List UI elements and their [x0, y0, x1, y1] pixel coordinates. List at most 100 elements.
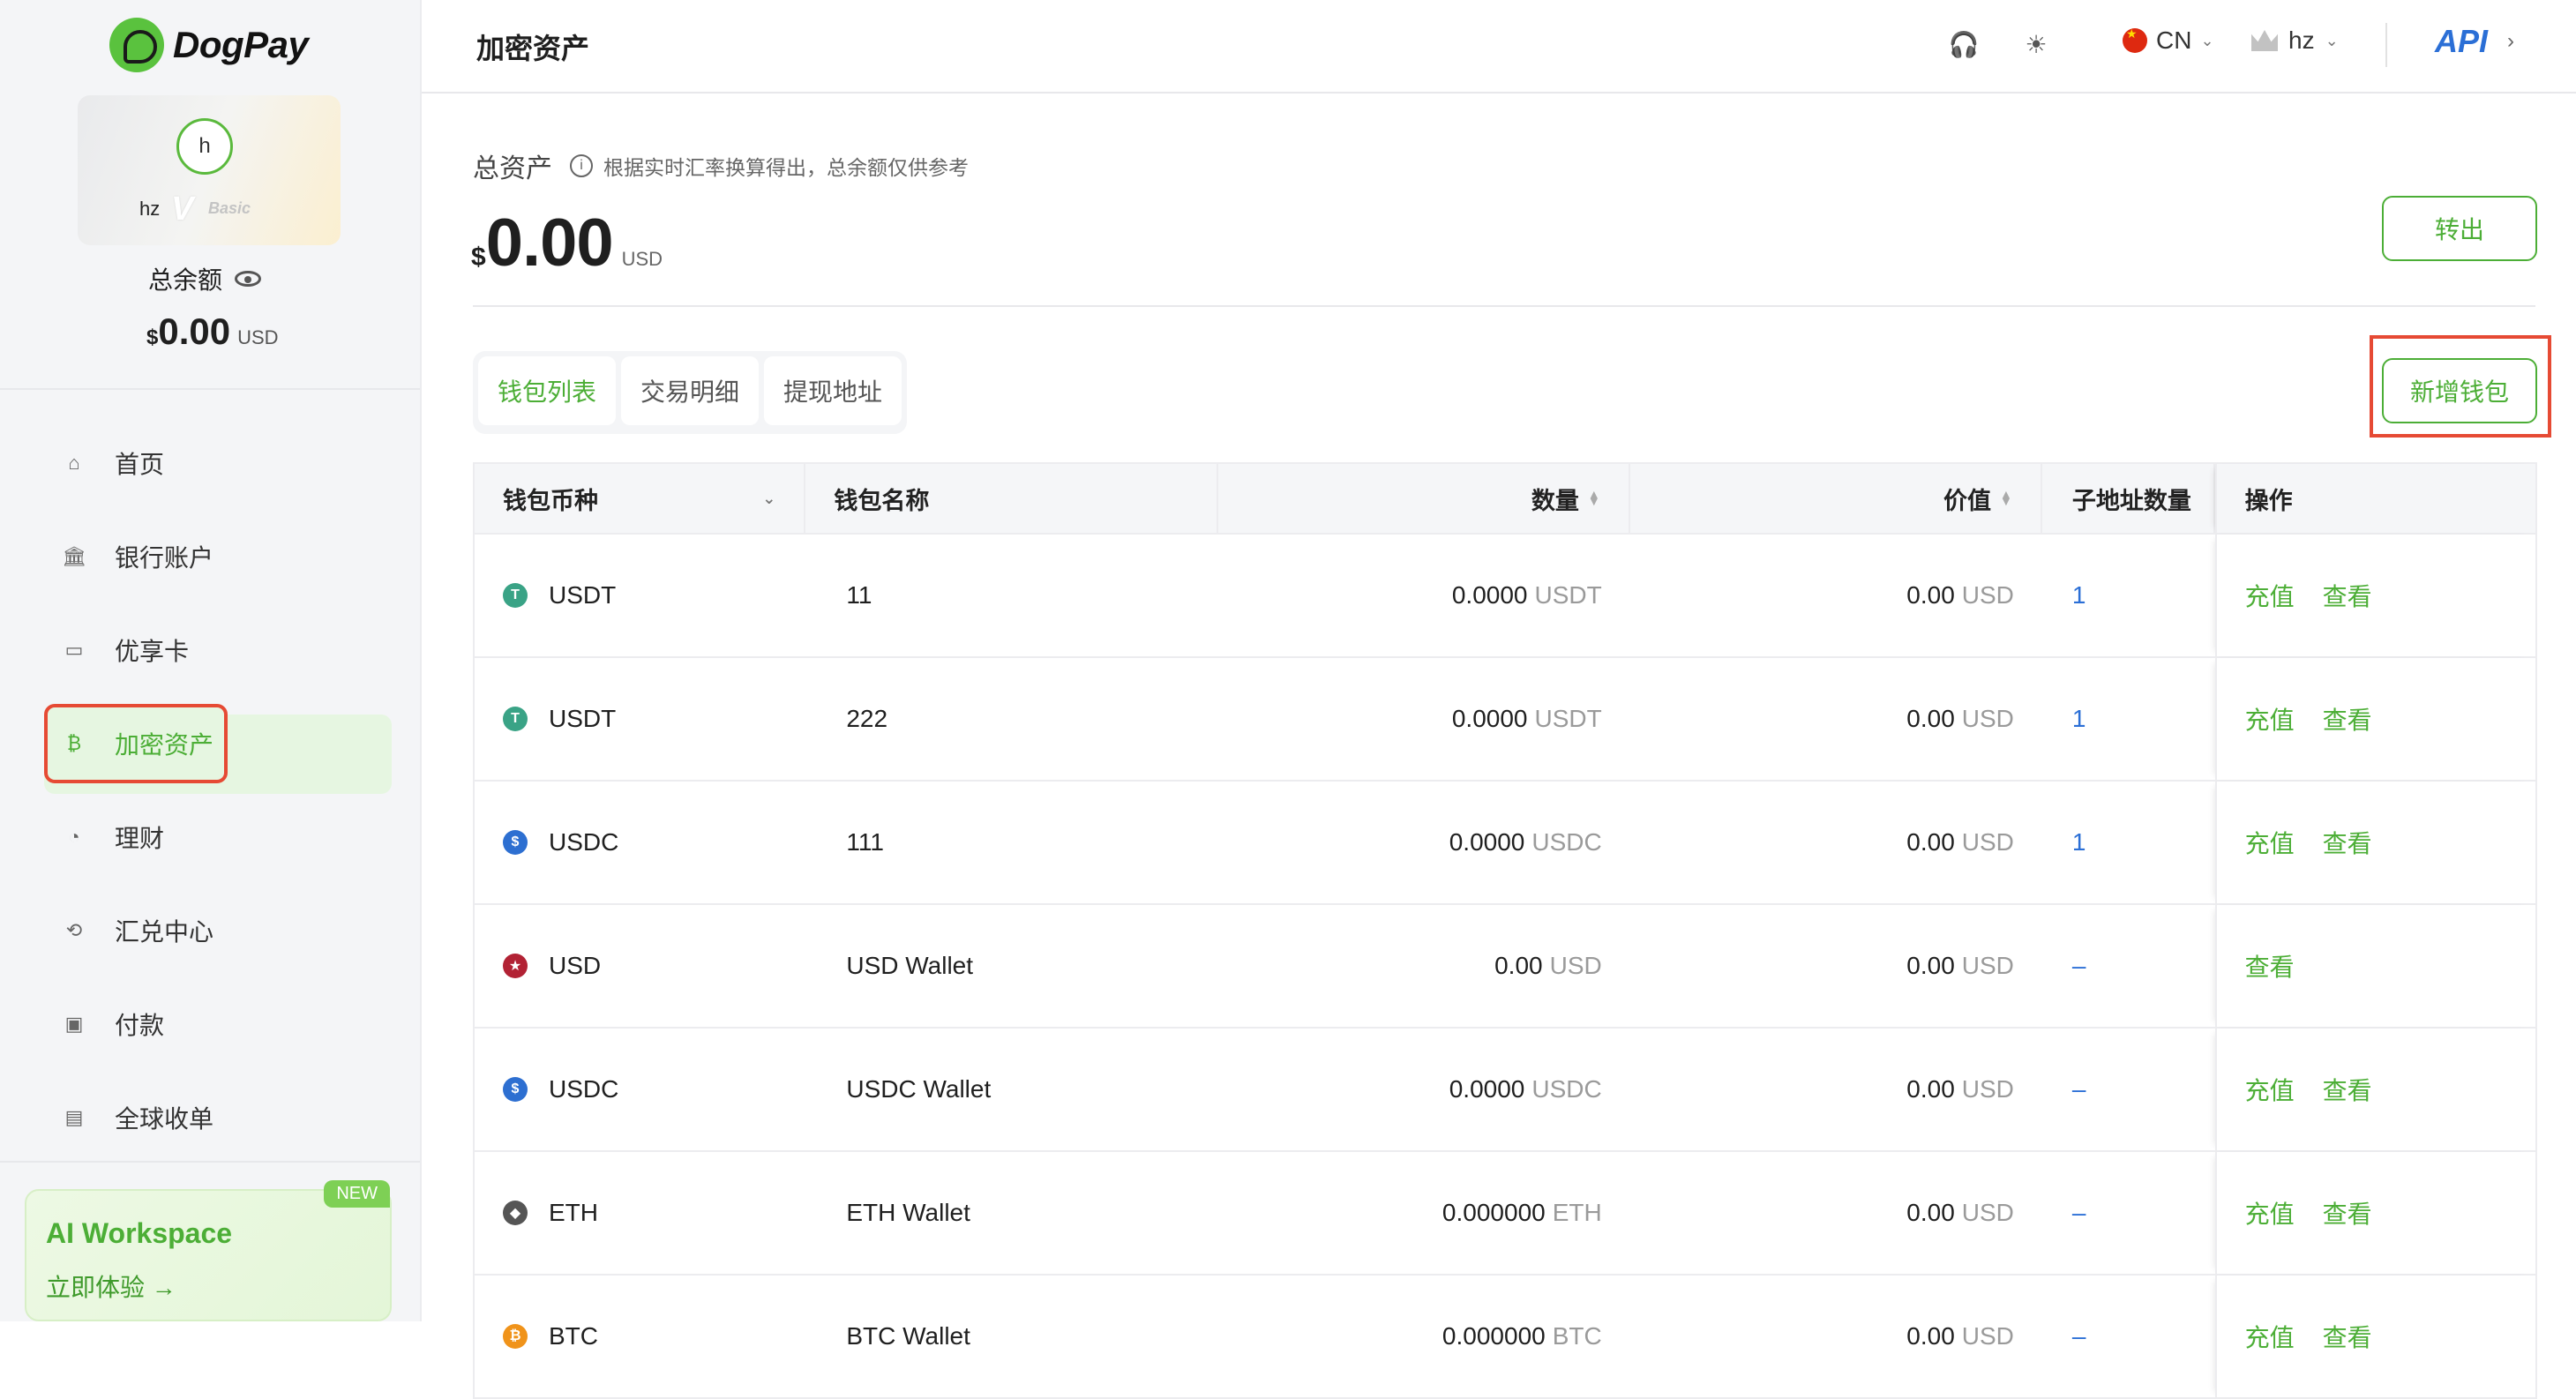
column-header-label: 钱包币种 — [503, 487, 598, 514]
top-header: 加密资产 🎧 ☀ CN ⌄ hz ⌄ API › — [422, 0, 2576, 94]
total-unit: USD — [621, 248, 663, 270]
deposit-link[interactable]: 充值 — [2245, 578, 2295, 613]
cell-wallet-name: USDC Wallet — [805, 1029, 1217, 1150]
cell-currency: T USDT — [475, 658, 805, 780]
wallet-icon: ▣ — [64, 1013, 84, 1035]
header-separator — [2385, 23, 2387, 67]
view-link[interactable]: 查看 — [2323, 825, 2372, 860]
cell-currency: T USDT — [475, 535, 805, 656]
value-amount: 0.00 — [1906, 1075, 1955, 1103]
quantity-value: 0.0000 — [1451, 705, 1528, 732]
quantity-value: 0.000000 — [1442, 1322, 1546, 1350]
brand-logo[interactable]: DogPay — [109, 18, 309, 72]
column-header-label: 子地址数量 — [2071, 487, 2191, 514]
tier-badge: Basic — [208, 199, 251, 217]
balance-value: 0.00 — [158, 310, 231, 352]
column-header-label: 钱包名称 — [834, 487, 930, 514]
view-link[interactable]: 查看 — [2323, 701, 2372, 737]
deposit-link[interactable]: 充值 — [2245, 1195, 2295, 1231]
quantity-value: 0.0000 — [1449, 1075, 1525, 1103]
column-header-quantity[interactable]: 数量 ▲ ▼ — [1218, 464, 1630, 533]
column-header-currency[interactable]: 钱包币种 ⌄ — [475, 464, 806, 533]
cell-quantity: 0.0000 USDT — [1218, 535, 1630, 656]
dog-logo-icon — [109, 18, 164, 72]
wallet-name: ETH Wallet — [846, 1199, 970, 1226]
subaddress-count: – — [2071, 1322, 2086, 1350]
table-row: ₿ BTC BTC Wallet 0.000000 BTC 0.00 USD – 充值 查看 — [475, 1276, 2535, 1399]
deposit-link[interactable]: 充值 — [2245, 701, 2295, 737]
theme-toggle-icon[interactable]: ☀ — [2020, 28, 2052, 60]
quantity-unit: USDT — [1534, 705, 1602, 732]
quantity-unit: USD — [1549, 952, 1602, 979]
info-icon[interactable]: i — [570, 154, 593, 177]
sidebar-item-cards[interactable]: ▭ 优享卡 — [44, 610, 392, 690]
tab-transaction-details[interactable]: 交易明细 — [621, 356, 760, 425]
eye-icon[interactable] — [235, 271, 262, 287]
cell-subaddress-count[interactable]: 1 — [2042, 782, 2215, 903]
currency-label: USD — [549, 952, 602, 979]
transfer-out-button[interactable]: 转出 — [2382, 196, 2537, 261]
column-header-value[interactable]: 价值 ▲ ▼ — [1630, 464, 2042, 533]
api-link[interactable]: API › — [2435, 23, 2514, 60]
total-value: 0.00 — [485, 206, 614, 281]
balance-currency-symbol: $ — [146, 325, 159, 349]
sidebar-item-finance[interactable]: ◔ 理财 — [44, 797, 392, 877]
column-header-label: 数量 — [1531, 487, 1579, 514]
sort-icon[interactable]: ▲ ▼ — [1588, 489, 1600, 507]
view-link[interactable]: 查看 — [2323, 1195, 2372, 1231]
sort-icon[interactable]: ▲ ▼ — [2000, 489, 2012, 507]
tab-withdrawal-addresses[interactable]: 提现地址 — [764, 356, 902, 425]
sidebar-item-label: 付款 — [115, 1012, 165, 1039]
balance-label: 总余额 — [148, 266, 223, 294]
sidebar-item-payment[interactable]: ▣ 付款 — [44, 984, 392, 1064]
value-unit: USD — [1961, 581, 2014, 609]
user-card[interactable]: h hz V Basic — [78, 95, 341, 245]
view-link[interactable]: 查看 — [2323, 1072, 2372, 1107]
cell-quantity: 0.0000 USDC — [1218, 782, 1630, 903]
currency-label: ETH — [549, 1199, 598, 1226]
ai-workspace-title: AI Workspace — [46, 1217, 233, 1249]
cell-value: 0.00 USD — [1630, 1029, 2042, 1150]
sidebar-item-crypto-assets[interactable]: ₿ 加密资产 — [44, 704, 228, 783]
cell-actions: 充值 查看 — [2214, 782, 2535, 903]
bank-icon: 🏛 — [62, 545, 86, 567]
deposit-link[interactable]: 充值 — [2245, 1319, 2295, 1354]
chevron-down-icon: ⌄ — [2200, 31, 2214, 49]
cell-subaddress-count: – — [2042, 905, 2215, 1027]
table-row: ◆ ETH ETH Wallet 0.000000 ETH 0.00 USD – 充值 查看 — [475, 1152, 2535, 1276]
ai-workspace-card[interactable]: NEW AI Workspace 立即体验 → — [25, 1180, 392, 1321]
value-unit: USD — [1961, 828, 2014, 856]
value-unit: USD — [1961, 705, 2014, 732]
wallet-name: 11 — [846, 581, 872, 609]
language-selector[interactable]: CN ⌄ — [2123, 26, 2214, 55]
sidebar-item-exchange[interactable]: ⟲ 汇兑中心 — [44, 891, 392, 970]
currency-label: BTC — [549, 1322, 598, 1350]
headset-icon[interactable]: 🎧 — [1948, 28, 1980, 60]
quantity-value: 0.000000 — [1442, 1199, 1546, 1226]
view-link[interactable]: 查看 — [2245, 948, 2295, 984]
cell-subaddress-count[interactable]: 1 — [2042, 658, 2215, 780]
subaddress-count: 1 — [2071, 828, 2086, 856]
try-now-link[interactable]: 立即体验 → — [46, 1268, 176, 1304]
cell-subaddress-count[interactable]: 1 — [2042, 535, 2215, 656]
home-icon: ⌂ — [68, 452, 80, 474]
view-link[interactable]: 查看 — [2323, 578, 2372, 613]
sidebar-item-bank-account[interactable]: 🏛 银行账户 — [44, 517, 392, 596]
subaddress-count: 1 — [2071, 581, 2086, 609]
section-divider — [473, 305, 2535, 307]
avatar: h — [176, 118, 233, 175]
table-row: $ USDC USDC Wallet 0.0000 USDC 0.00 USD – 充值 查看 — [475, 1029, 2535, 1152]
cell-quantity: 0.000000 ETH — [1218, 1152, 1630, 1274]
receipt-icon: ▤ — [64, 1106, 84, 1128]
deposit-link[interactable]: 充值 — [2245, 1072, 2295, 1107]
view-link[interactable]: 查看 — [2323, 1319, 2372, 1354]
cell-actions: 查看 — [2214, 905, 2535, 1027]
user-menu[interactable]: hz ⌄ — [2251, 26, 2339, 55]
deposit-link[interactable]: 充值 — [2245, 825, 2295, 860]
column-header-subaddress-count: 子地址数量 — [2042, 464, 2215, 533]
sidebar-item-global-acquiring[interactable]: ▤ 全球收单 — [44, 1078, 392, 1157]
usdc-coin-icon: $ — [503, 830, 528, 855]
tab-wallet-list[interactable]: 钱包列表 — [478, 356, 617, 425]
sidebar-nav: ⌂ 首页 🏛 银行账户 ▭ 优享卡 ₿ 加密资产 ◔ 理财 ⟲ 汇兑中心 ▣ 付… — [44, 423, 392, 1171]
sidebar-item-home[interactable]: ⌂ 首页 — [44, 423, 392, 503]
